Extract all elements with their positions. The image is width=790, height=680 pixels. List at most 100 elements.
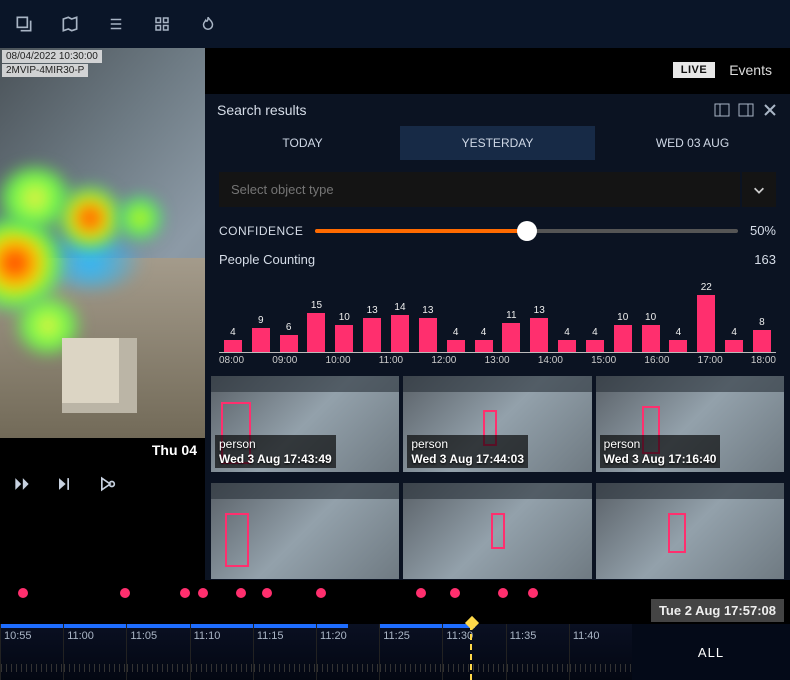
histogram-bar[interactable]: 4 <box>665 327 693 352</box>
camera-name: 2MVIP-4MIR30-P <box>2 64 88 77</box>
ruler-segment[interactable]: 11:40 <box>569 624 632 680</box>
search-results-panel: Search results TODAY YESTERDAY WED 03 AU… <box>205 94 790 586</box>
confidence-label: CONFIDENCE <box>219 224 303 238</box>
histogram-bar[interactable]: 9 <box>247 315 275 353</box>
histogram-bar[interactable]: 10 <box>330 312 358 352</box>
tab-today[interactable]: TODAY <box>205 126 400 160</box>
camera-view[interactable]: 08/04/2022 10:30:00 2MVIP-4MIR30-P <box>0 48 205 438</box>
detection-box <box>491 513 505 549</box>
histogram-bar[interactable]: 15 <box>303 300 331 353</box>
tab-yesterday[interactable]: YESTERDAY <box>400 126 595 160</box>
layout-split-left-icon[interactable] <box>714 102 730 118</box>
result-thumbnail[interactable]: personWed 3 Aug 17:16:40 <box>596 376 784 472</box>
axis-tick: 09:00 <box>272 355 297 366</box>
event-dot[interactable] <box>18 588 28 598</box>
play-circle-icon[interactable] <box>96 474 116 494</box>
layout-split-right-icon[interactable] <box>738 102 754 118</box>
skip-next-icon[interactable] <box>54 474 74 494</box>
slider-thumb[interactable] <box>517 221 537 241</box>
histogram-bar[interactable]: 14 <box>386 302 414 352</box>
result-thumbnail[interactable] <box>403 483 591 579</box>
tab-wed-03-aug[interactable]: WED 03 AUG <box>595 126 790 160</box>
histogram-axis: 08:0009:0010:0011:0012:0013:0014:0015:00… <box>219 355 776 366</box>
result-thumbnail[interactable] <box>596 483 784 579</box>
event-dot[interactable] <box>120 588 130 598</box>
event-dot[interactable] <box>180 588 190 598</box>
histogram-bar[interactable]: 4 <box>219 327 247 352</box>
event-dot[interactable] <box>416 588 426 598</box>
histogram-bar[interactable]: 6 <box>275 322 303 352</box>
ruler-segment[interactable]: 11:30 <box>442 624 505 680</box>
axis-tick: 18:00 <box>751 355 776 366</box>
ruler-segment[interactable]: 11:20 <box>316 624 379 680</box>
axis-tick: 11:00 <box>379 355 403 366</box>
detection-box <box>225 513 249 567</box>
histogram-bar[interactable]: 13 <box>414 305 442 353</box>
histogram-bar[interactable]: 4 <box>553 327 581 352</box>
chevron-down-icon[interactable] <box>742 172 776 207</box>
ruler-tick-label: 11:40 <box>573 630 600 642</box>
axis-tick: 10:00 <box>326 355 351 366</box>
axis-tick: 17:00 <box>698 355 723 366</box>
histogram-bar[interactable]: 10 <box>609 312 637 352</box>
detection-box <box>668 513 686 553</box>
ruler-segment[interactable]: 11:10 <box>190 624 253 680</box>
playhead[interactable] <box>470 624 472 680</box>
ruler-tick-label: 11:10 <box>194 630 221 642</box>
day-tabs: TODAY YESTERDAY WED 03 AUG <box>205 126 790 160</box>
all-button[interactable]: ALL <box>632 624 790 680</box>
ruler-segment[interactable]: 10:55 <box>0 624 63 680</box>
histogram-bar[interactable]: 4 <box>581 327 609 352</box>
list-icon[interactable] <box>106 14 126 34</box>
flame-icon[interactable] <box>198 14 218 34</box>
event-dot[interactable] <box>236 588 246 598</box>
ruler-tick-label: 11:05 <box>130 630 157 642</box>
toolbar <box>0 0 790 48</box>
layers-icon[interactable] <box>14 14 34 34</box>
event-dot[interactable] <box>316 588 326 598</box>
ruler-segment[interactable]: 11:00 <box>63 624 126 680</box>
ruler-tick-label: 11:00 <box>67 630 94 642</box>
histogram-bar[interactable]: 8 <box>748 317 776 352</box>
fast-forward-icon[interactable] <box>12 474 32 494</box>
event-dot[interactable] <box>498 588 508 598</box>
ruler-segment[interactable]: 11:25 <box>379 624 442 680</box>
histogram-bar[interactable]: 22 <box>692 282 720 352</box>
ruler-segment[interactable]: 11:05 <box>126 624 189 680</box>
result-thumbnail[interactable] <box>211 483 399 579</box>
histogram-bar[interactable]: 10 <box>637 312 665 352</box>
histogram-bar[interactable]: 13 <box>358 305 386 353</box>
ruler-tick-label: 11:35 <box>510 630 537 642</box>
counting-label: People Counting <box>219 252 315 267</box>
live-badge[interactable]: LIVE <box>673 62 715 78</box>
histogram-bar[interactable]: 11 <box>497 310 525 353</box>
histogram-bar[interactable]: 4 <box>470 327 498 352</box>
counting-total: 163 <box>754 252 776 267</box>
ruler-segment[interactable]: 11:35 <box>506 624 569 680</box>
event-dot[interactable] <box>528 588 538 598</box>
result-caption: personWed 3 Aug 17:16:40 <box>600 435 721 468</box>
map-icon[interactable] <box>60 14 80 34</box>
axis-tick: 12:00 <box>431 355 456 366</box>
close-icon[interactable] <box>762 102 778 118</box>
date-banner: Thu 04 <box>0 438 205 464</box>
event-dot[interactable] <box>450 588 460 598</box>
confidence-slider[interactable] <box>315 229 738 233</box>
histogram-bar[interactable]: 4 <box>442 327 470 352</box>
ruler-tick-label: 11:15 <box>257 630 284 642</box>
event-dot[interactable] <box>262 588 272 598</box>
view-switch: LIVE Events <box>673 56 790 84</box>
axis-tick: 16:00 <box>644 355 669 366</box>
result-thumbnails: personWed 3 Aug 17:43:49personWed 3 Aug … <box>207 376 788 586</box>
grid-icon[interactable] <box>152 14 172 34</box>
histogram-bar[interactable]: 13 <box>525 305 553 353</box>
result-thumbnail[interactable]: personWed 3 Aug 17:43:49 <box>211 376 399 472</box>
result-thumbnail[interactable]: personWed 3 Aug 17:44:03 <box>403 376 591 472</box>
ruler-segment[interactable]: 11:15 <box>253 624 316 680</box>
tab-events[interactable]: Events <box>715 58 790 82</box>
time-ruler[interactable]: 10:55 11:00 11:05 11:10 11:15 11:2011:2511:30… <box>0 624 632 680</box>
event-dot[interactable] <box>198 588 208 598</box>
object-type-select[interactable] <box>219 172 740 207</box>
panel-header: Search results <box>205 94 790 126</box>
histogram-bar[interactable]: 4 <box>720 327 748 352</box>
